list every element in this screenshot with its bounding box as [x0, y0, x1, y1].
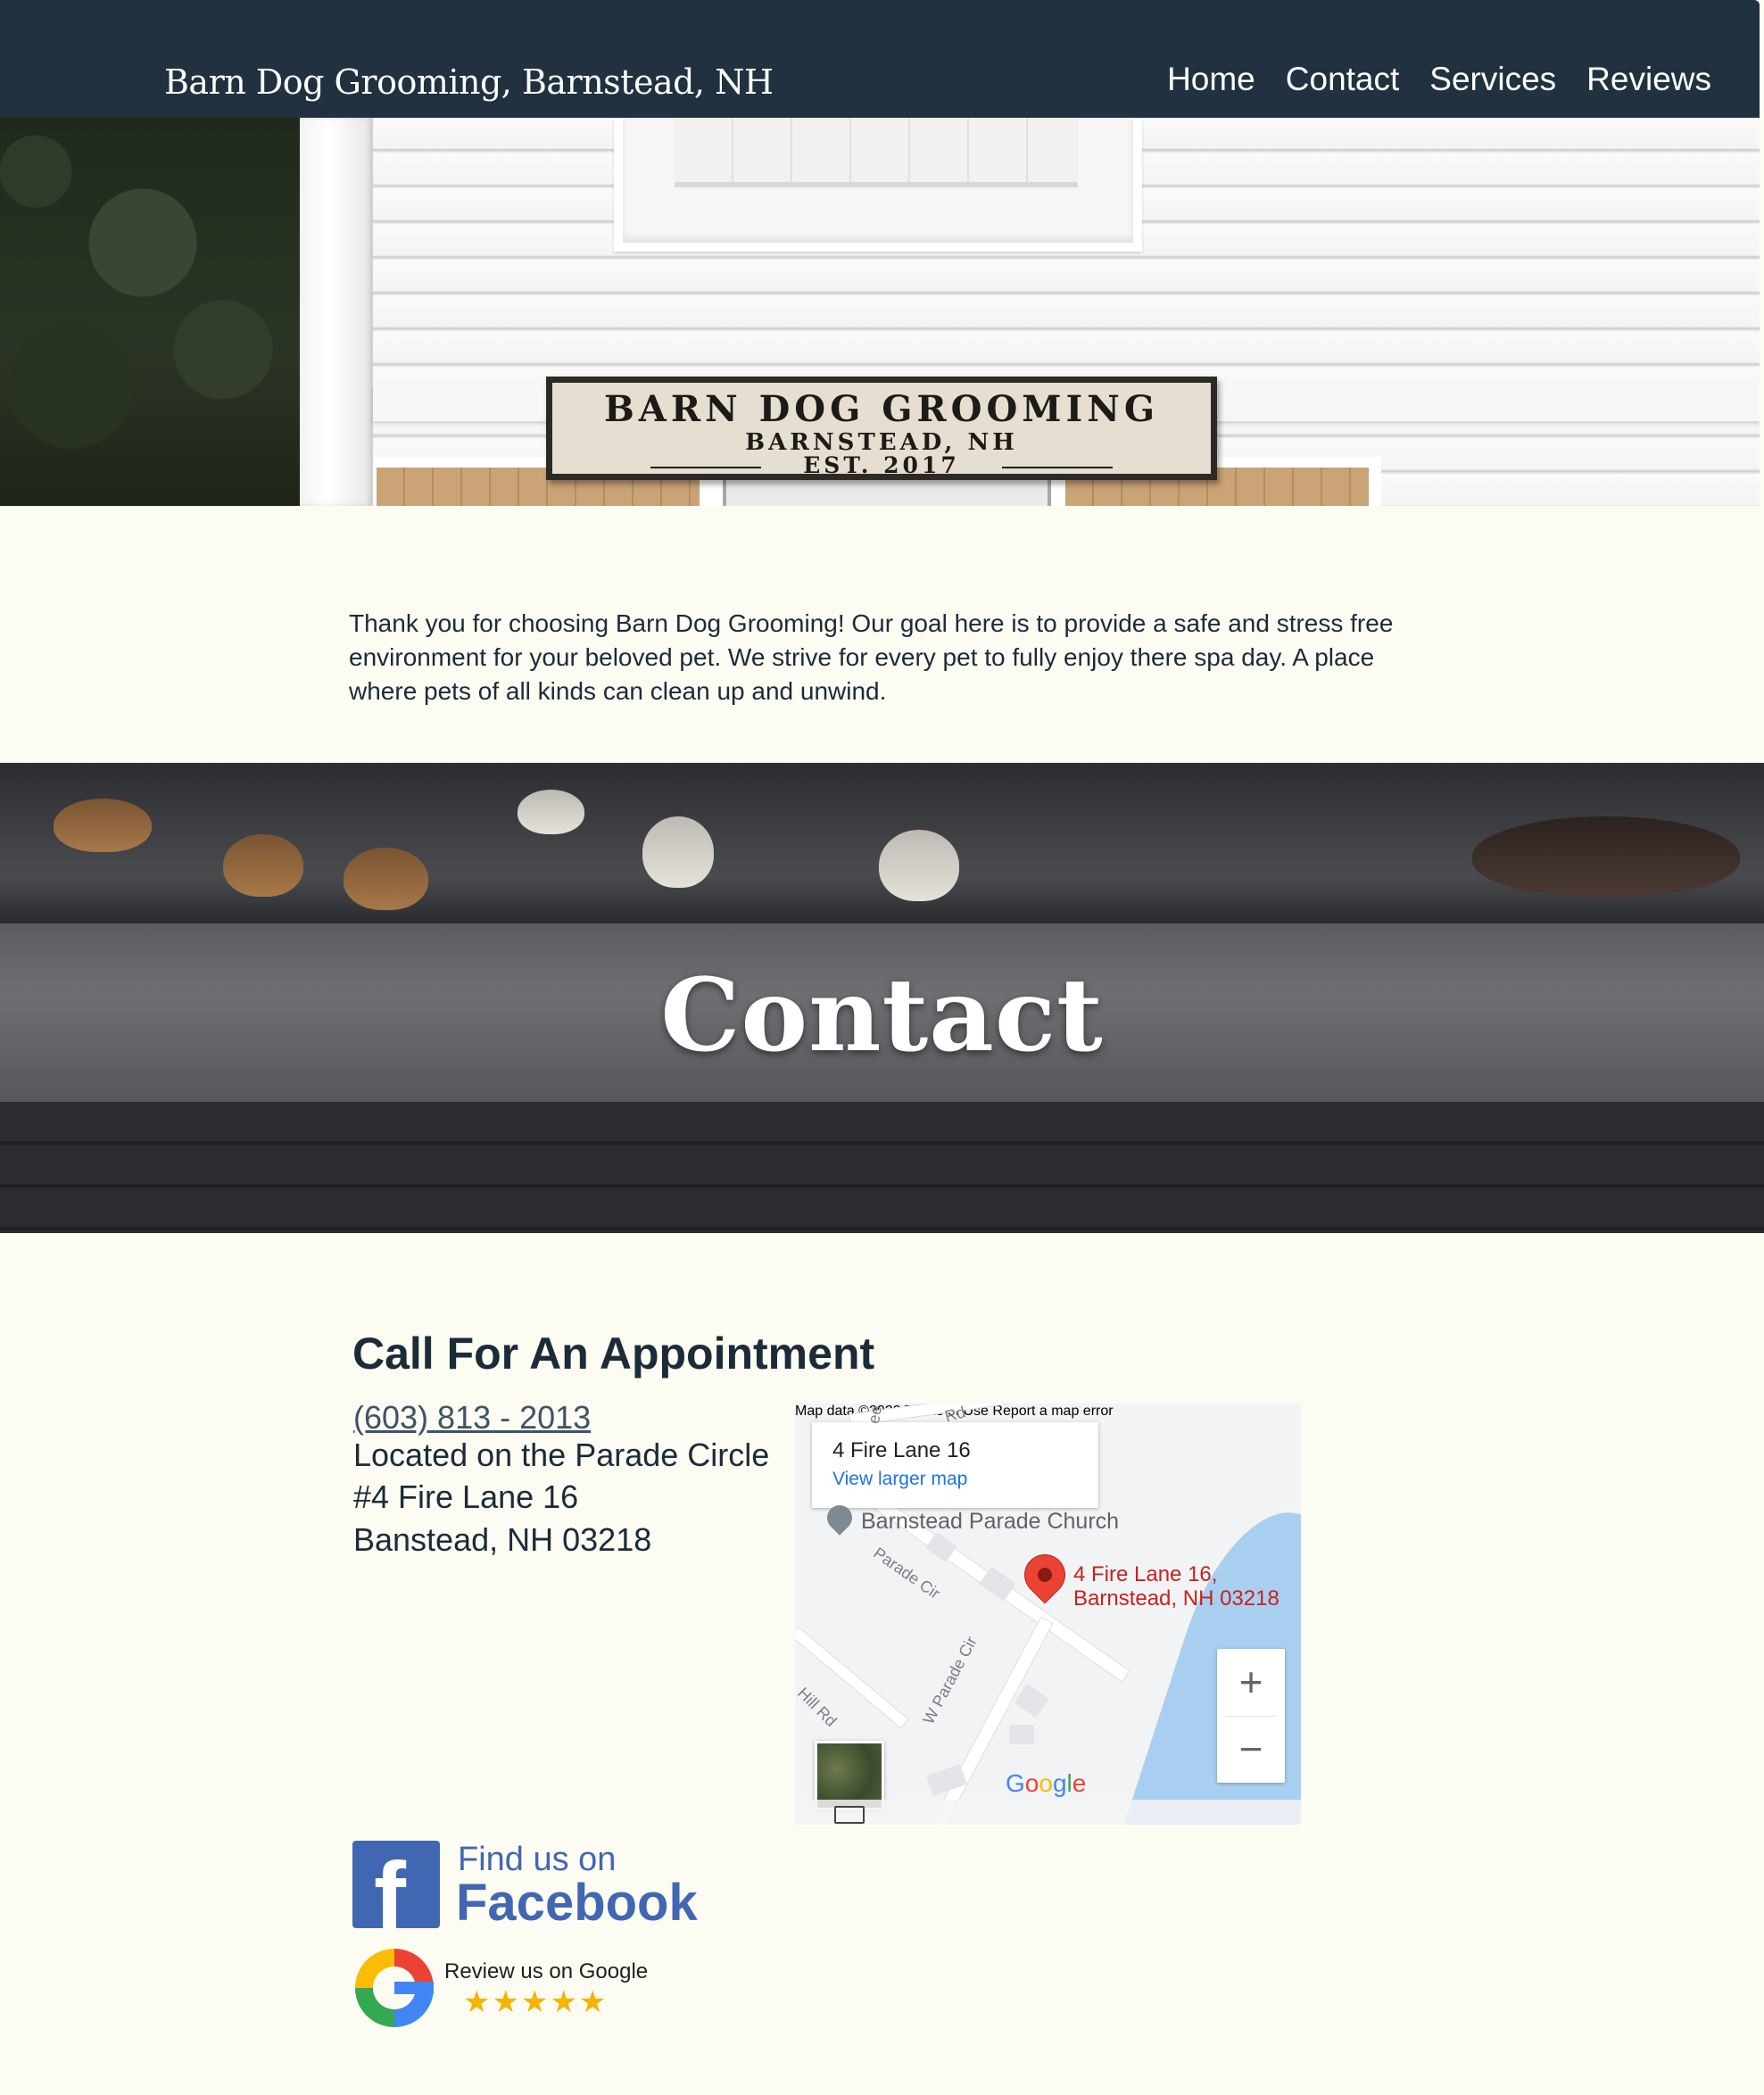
nav-services[interactable]: Services — [1429, 61, 1556, 98]
report-map-error-link[interactable]: Report a map error — [992, 1404, 1113, 1419]
contact-banner: Contact — [0, 763, 1764, 1233]
hero-barn-window — [614, 118, 1142, 252]
site-title[interactable]: Barn Dog Grooming, Barnstead, NH — [164, 62, 774, 102]
view-larger-map-link[interactable]: View larger map — [832, 1469, 967, 1490]
map-info-card: 4 Fire Lane 16 View larger map — [812, 1422, 1098, 1508]
dog-paw — [879, 830, 959, 901]
nav-home[interactable]: Home — [1167, 61, 1255, 98]
address-line-1: Located on the Parade Circle — [353, 1437, 770, 1473]
banner-title: Contact — [660, 957, 1104, 1074]
map-street-label: Hill Rd — [795, 1684, 841, 1730]
page: Barn Dog Grooming, Barnstead, NH Home Co… — [0, 0, 1764, 2095]
map-street-label: W Parade Cir — [919, 1633, 981, 1727]
map-marker-label: 4 Fire Lane 16, Barnstead, NH 03218 — [1073, 1562, 1280, 1611]
facebook-line2: Facebook — [456, 1874, 698, 1932]
dog-paw — [223, 834, 303, 897]
map-street-label: ee — [864, 1404, 886, 1426]
intro-paragraph: Thank you for choosing Barn Dog Grooming… — [349, 609, 1394, 705]
dog-paw — [518, 790, 584, 834]
star-icon: ★★★★★ — [463, 1985, 609, 2019]
barn-sign: BARN DOG GROOMING BARNSTEAD, NH EST. 201… — [546, 377, 1217, 480]
appointment-heading: Call For An Appointment — [352, 1329, 875, 1379]
map-building — [1014, 1683, 1049, 1718]
embedded-map[interactable]: 4 Fire Lane 16 View larger map Barnstead… — [795, 1404, 1301, 1825]
map-marker-label-line2: Barnstead, NH 03218 — [1073, 1586, 1280, 1611]
map-info-title: 4 Fire Lane 16 — [832, 1438, 971, 1462]
zoom-out-button[interactable]: − — [1217, 1716, 1285, 1783]
hero-barn-photo: BARN DOG GROOMING BARNSTEAD, NH EST. 201… — [0, 118, 1760, 506]
main-nav: Home Contact Services Reviews — [1167, 61, 1711, 98]
dog-paw — [1472, 816, 1740, 897]
dog-paw — [642, 816, 714, 888]
facebook-icon: f — [352, 1841, 440, 1928]
map-attribution-bar — [795, 1800, 1301, 1825]
google-review-badge[interactable]: Review us on Google ★★★★★ — [355, 1949, 658, 2029]
dog-paw — [54, 799, 152, 852]
map-marker-label-line1: 4 Fire Lane 16, — [1073, 1562, 1218, 1586]
dog-paw — [344, 848, 428, 910]
map-building — [1009, 1725, 1034, 1744]
google-map-logo: Google — [1006, 1769, 1087, 1797]
nav-reviews[interactable]: Reviews — [1586, 61, 1711, 98]
address-line-2: #4 Fire Lane 16 — [353, 1478, 579, 1515]
hero-corner-trim — [300, 118, 373, 506]
map-zoom-control: + − — [1217, 1649, 1285, 1783]
nav-contact[interactable]: Contact — [1286, 61, 1400, 98]
barn-sign-line3: EST. 2017 — [803, 452, 960, 478]
banner-deck-bottom — [0, 1102, 1764, 1233]
facebook-badge[interactable]: f Find us on Facebook — [352, 1841, 698, 1932]
map-church-label: Barnstead Parade Church — [861, 1509, 1120, 1534]
phone-link[interactable]: (603) 813 - 2013 — [353, 1399, 591, 1437]
zoom-in-button[interactable]: + — [1217, 1649, 1285, 1716]
google-review-text: Review us on Google — [444, 1959, 649, 1983]
keyboard-icon[interactable] — [834, 1806, 865, 1824]
site-header: Barn Dog Grooming, Barnstead, NH Home Co… — [0, 0, 1760, 118]
hero-trees — [0, 118, 300, 506]
address-line-3: Banstead, NH 03218 — [353, 1521, 652, 1558]
barn-sign-line1: BARN DOG GROOMING — [604, 388, 1159, 430]
